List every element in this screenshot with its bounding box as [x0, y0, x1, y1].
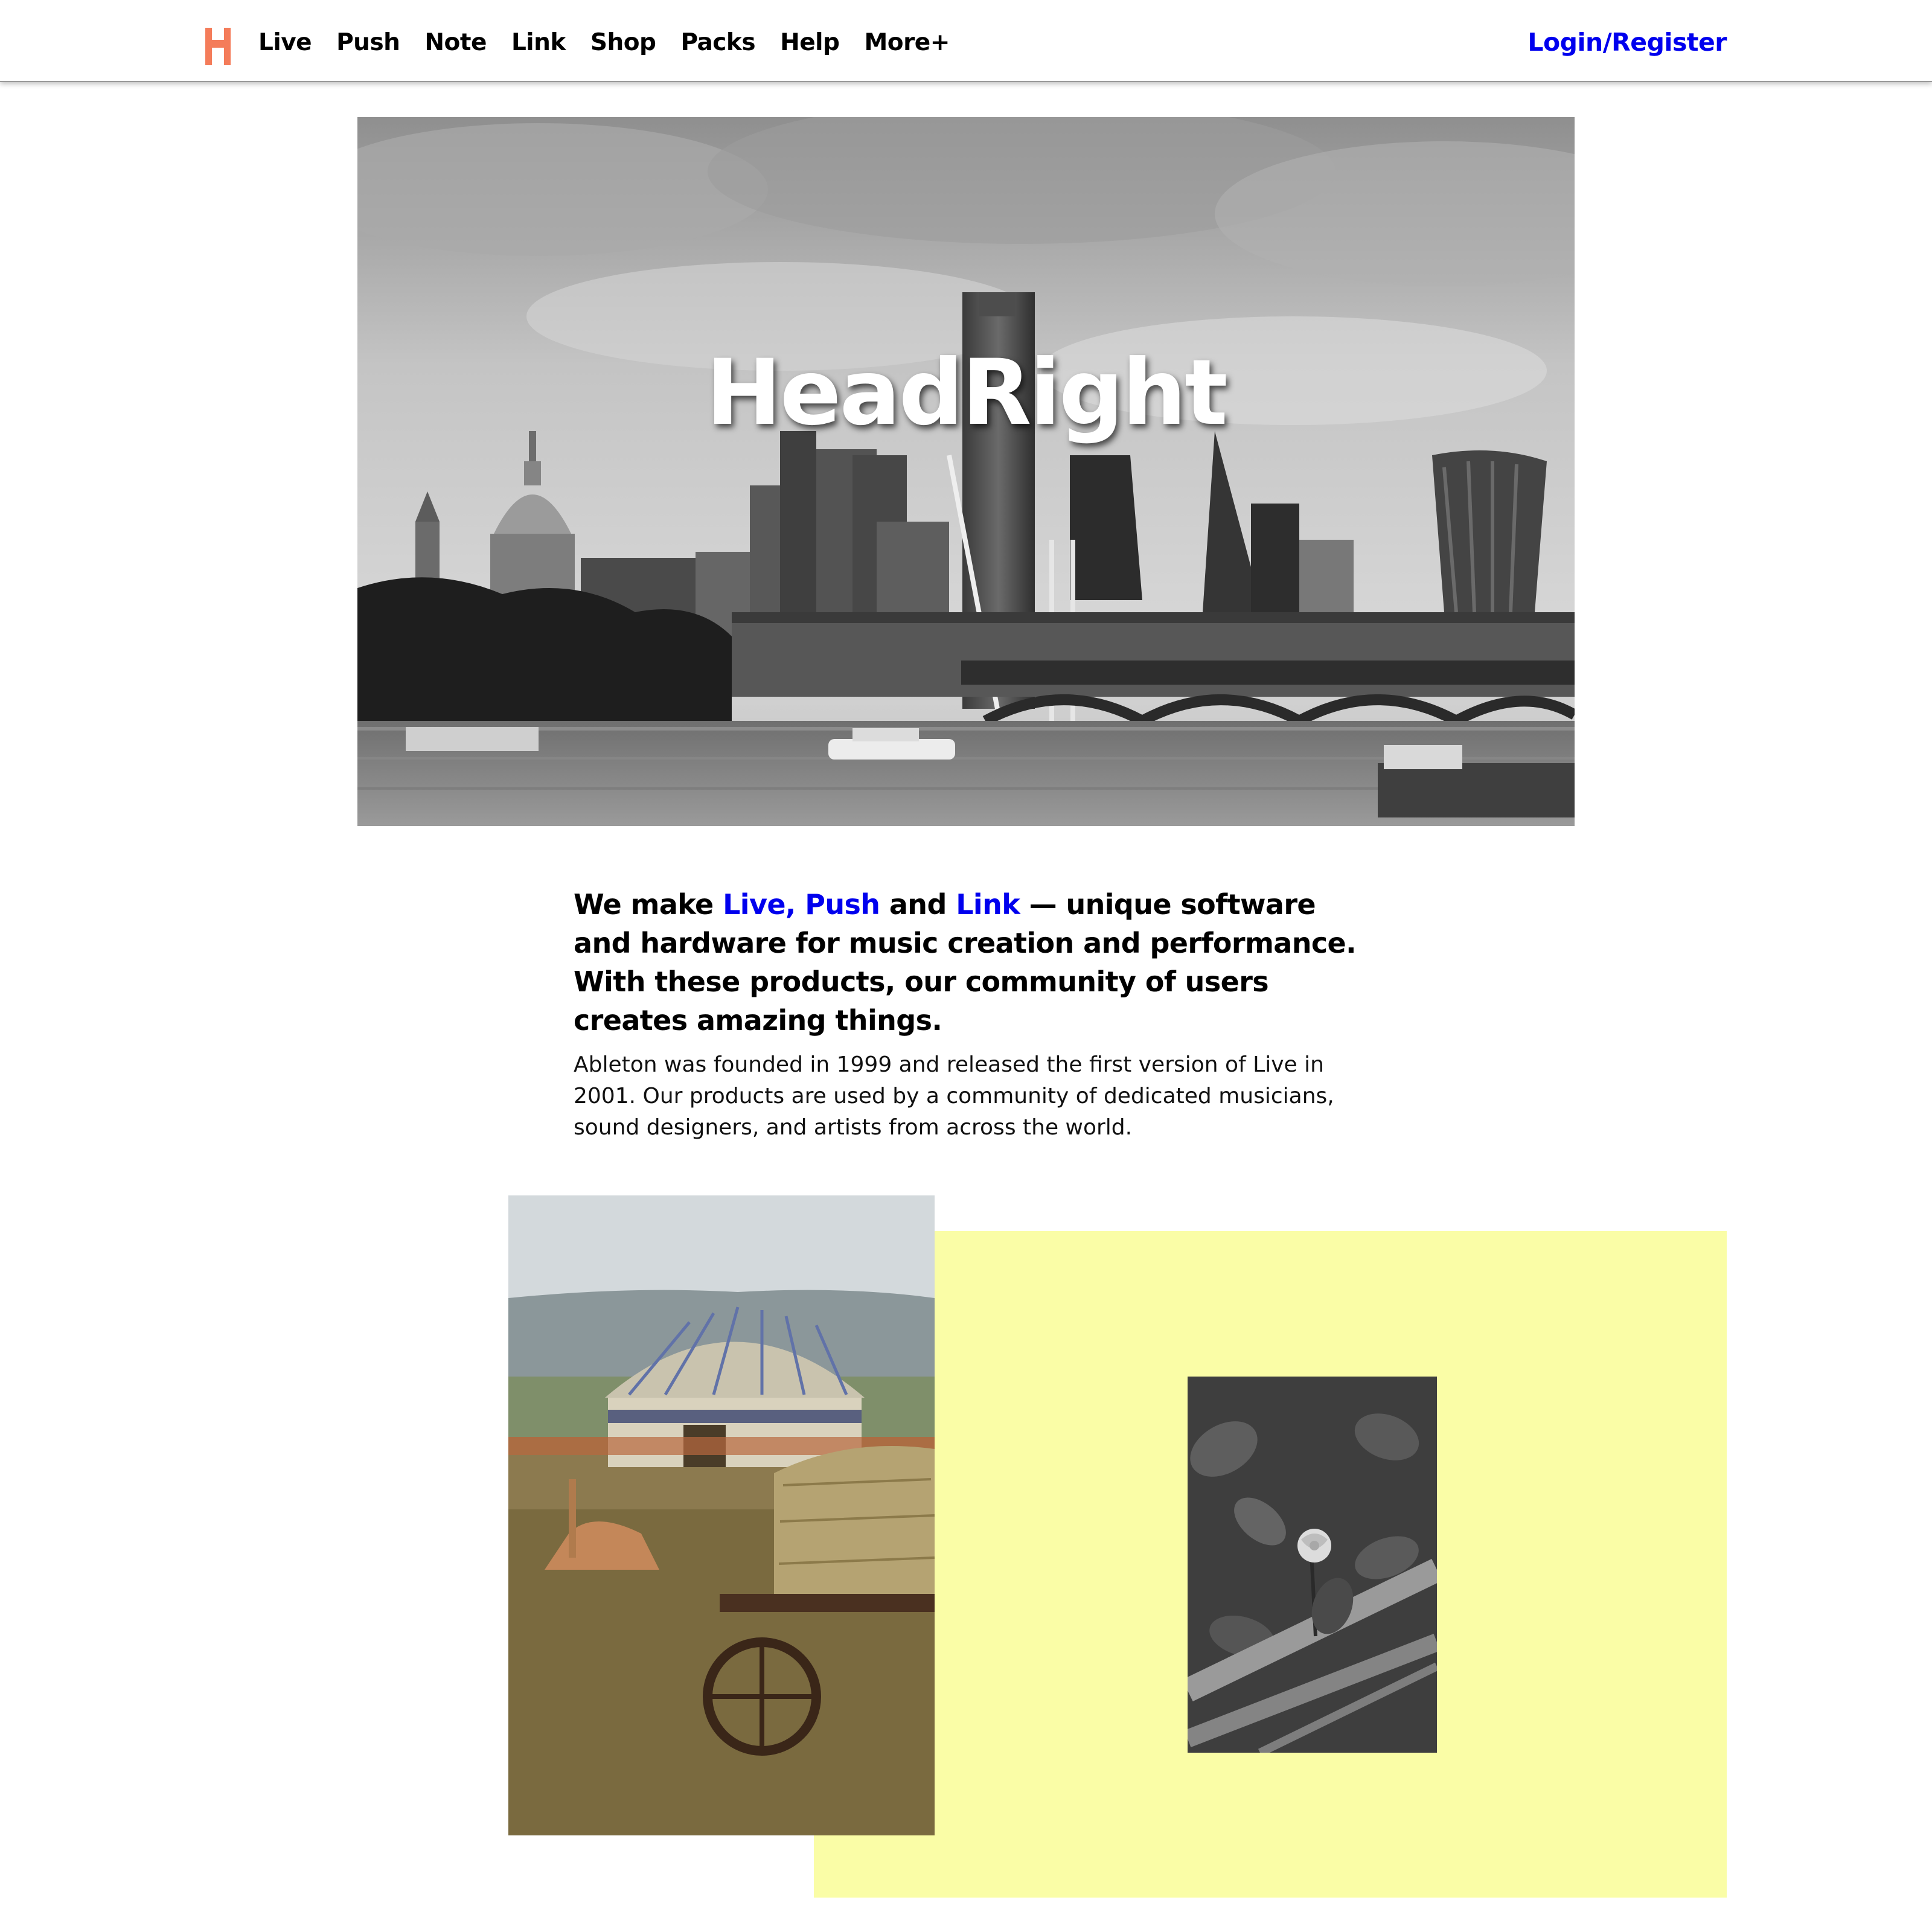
nav-item-live[interactable]: Live — [258, 29, 312, 56]
yurt-photo — [508, 1195, 935, 1835]
link-live[interactable]: Live, — [723, 888, 796, 921]
nav-item-link[interactable]: Link — [511, 29, 566, 56]
rose-photo — [1188, 1377, 1437, 1753]
main-nav: Live Push Note Link Shop Packs Help More… — [258, 23, 974, 62]
headline-and: and — [880, 888, 956, 921]
hero-banner: HeadRight — [357, 117, 1575, 826]
nav-item-note[interactable]: Note — [424, 29, 487, 56]
top-navigation-bar: Live Push Note Link Shop Packs Help More… — [0, 0, 1932, 82]
nav-item-push[interactable]: Push — [336, 29, 400, 56]
london-skyline-image — [357, 117, 1575, 826]
headline-prefix: We make — [574, 888, 723, 921]
intro-section: We make Live, Push and Link — unique sof… — [574, 885, 1358, 1144]
nav-item-more[interactable]: More+ — [864, 29, 950, 56]
login-register-link[interactable]: Login/Register — [1527, 23, 1727, 62]
link-link[interactable]: Link — [956, 888, 1020, 921]
hero-title: HeadRight — [706, 341, 1228, 446]
yurt-image — [508, 1195, 935, 1835]
intro-body: Ableton was founded in 1999 and released… — [574, 1052, 1334, 1140]
nav-item-packs[interactable]: Packs — [680, 29, 755, 56]
nav-item-shop[interactable]: Shop — [590, 29, 656, 56]
link-push[interactable]: Push — [805, 888, 880, 921]
intro-headline: We make Live, Push and Link — unique sof… — [574, 885, 1358, 1040]
rose-image — [1188, 1377, 1437, 1753]
nav-item-help[interactable]: Help — [780, 29, 840, 56]
h-logo-icon[interactable] — [203, 18, 233, 69]
